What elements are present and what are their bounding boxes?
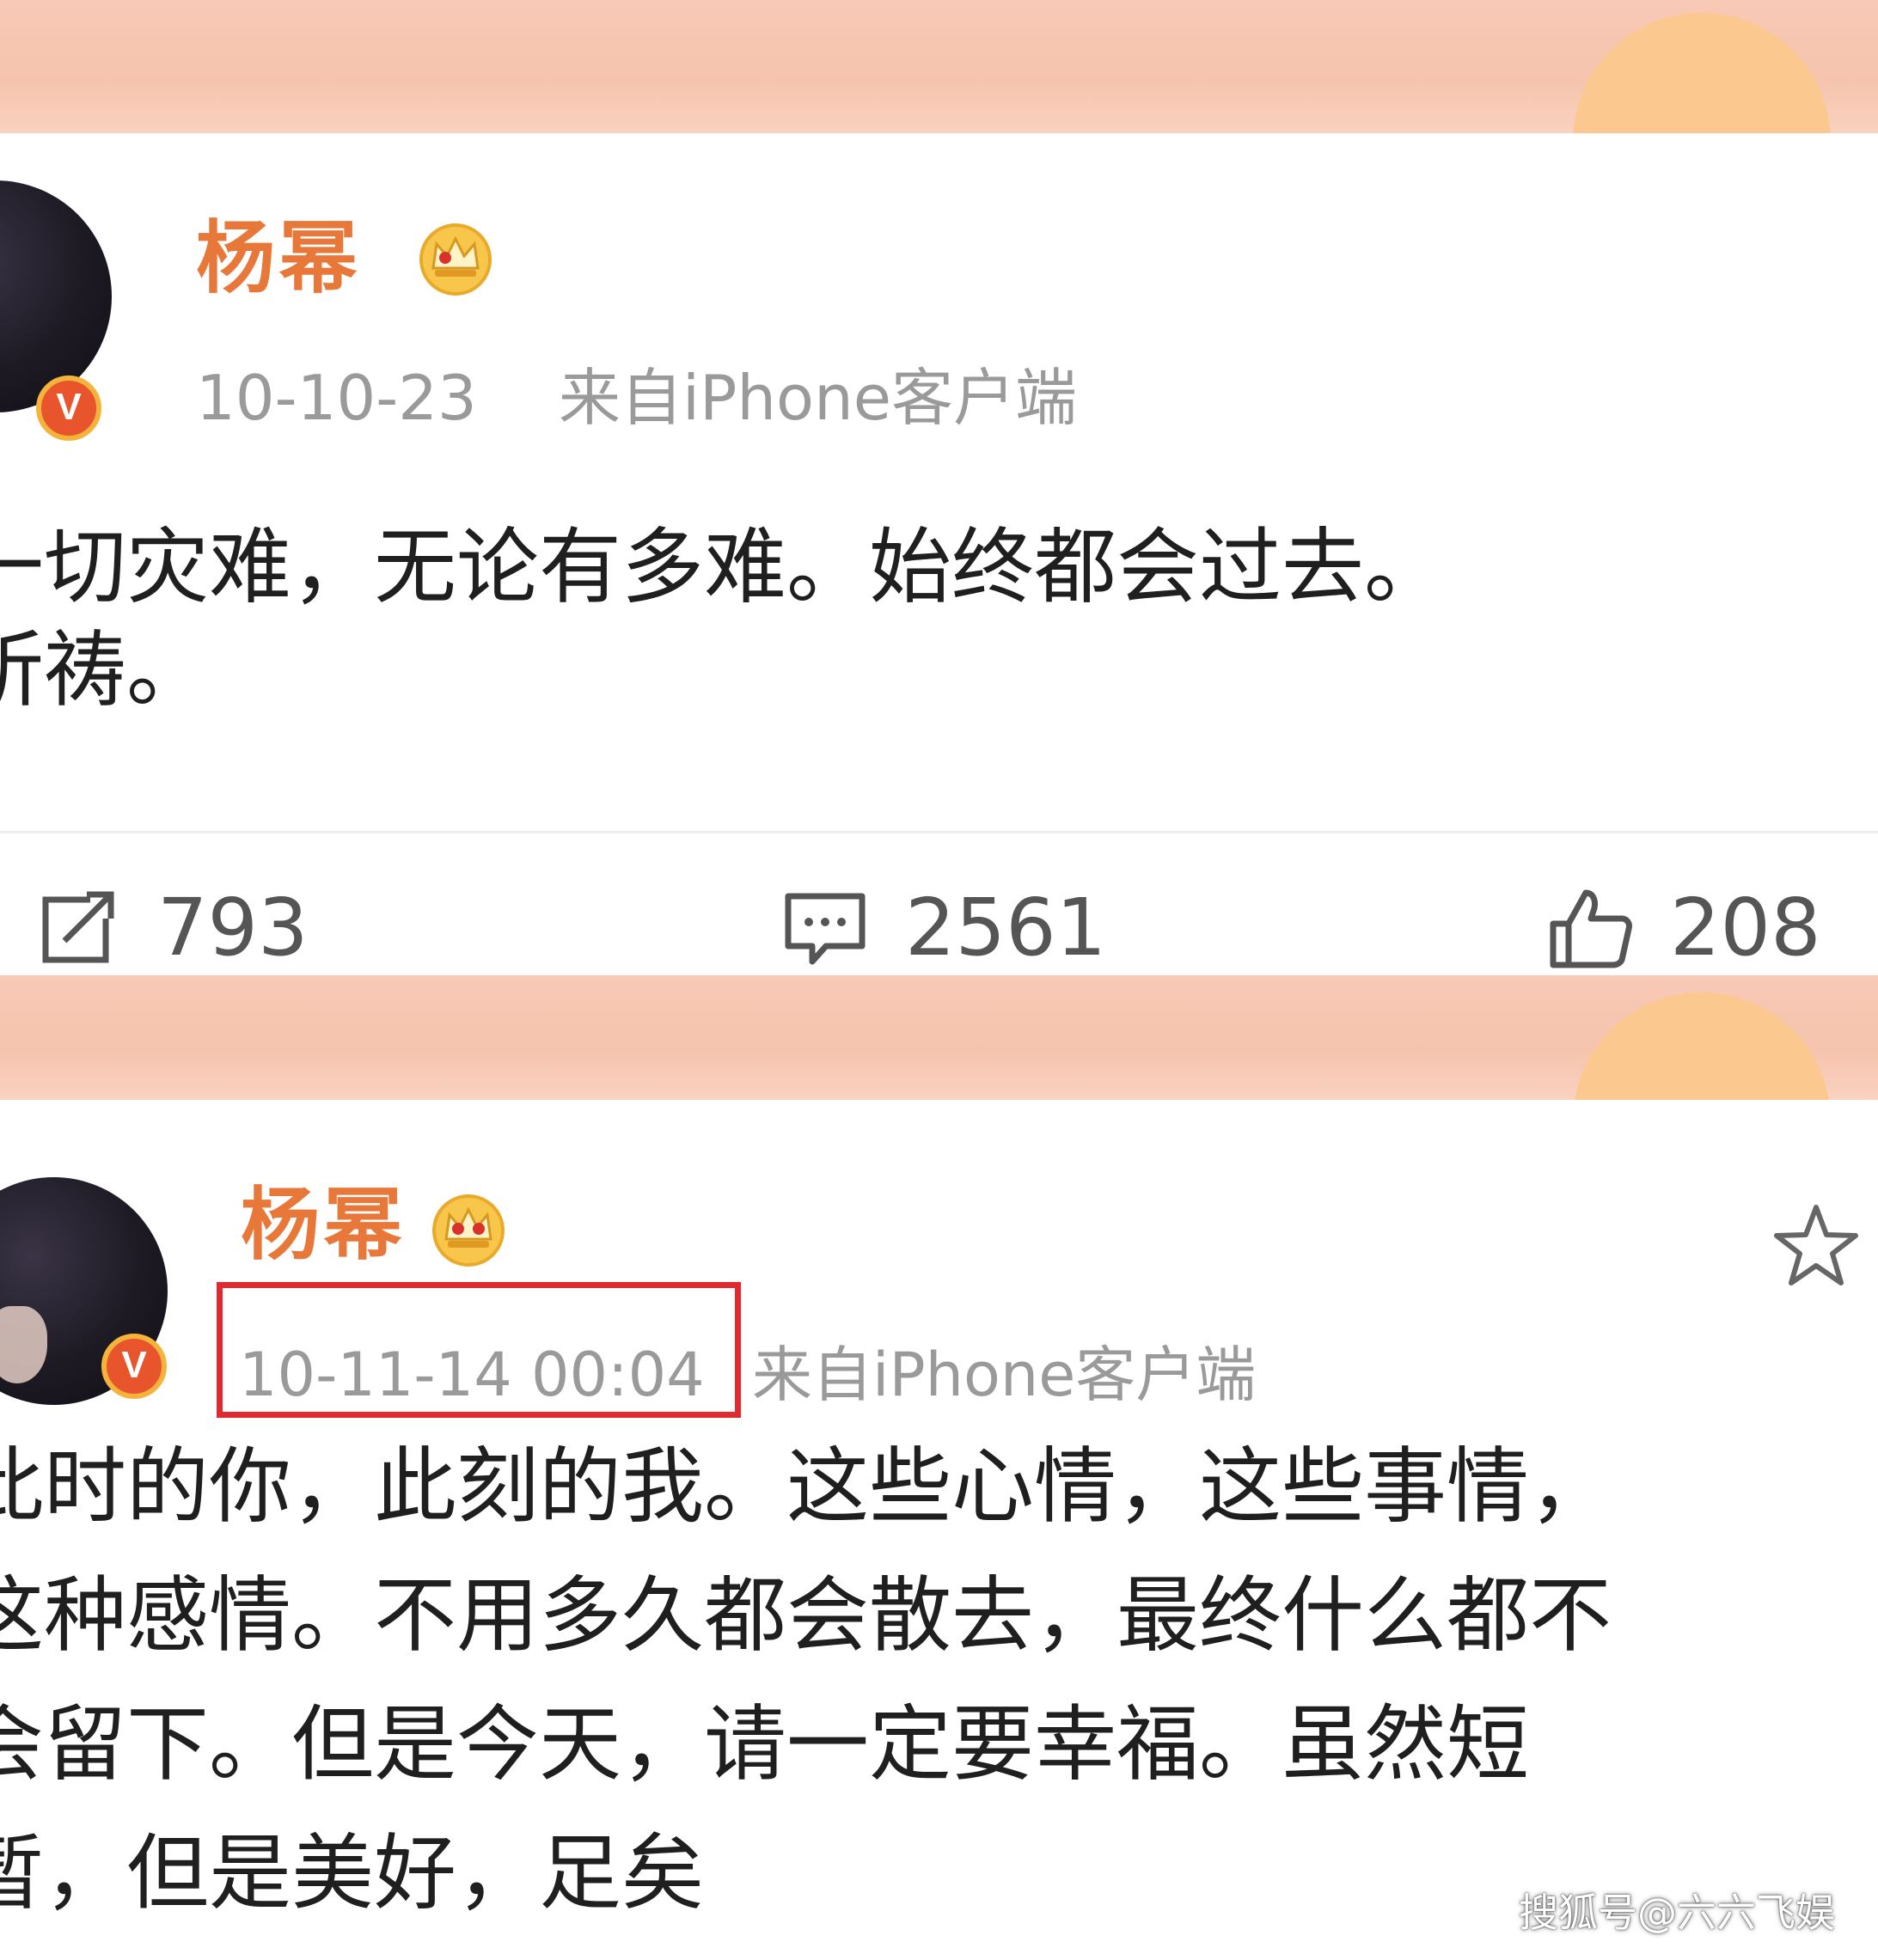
post-source: 来自iPhone客户端 <box>752 1340 1257 1410</box>
crown-icon <box>419 223 492 296</box>
post-text-line: 会留下。但是今天，请一定要幸福。虽然短 <box>0 1696 1529 1792</box>
weibo-post-card-1: V 杨幂 10-10-23 来自iPhone客户端 一切灾难，无论有多难。始终都… <box>0 133 1878 975</box>
banner-decoration <box>1573 992 1831 1100</box>
comment-icon <box>785 893 866 965</box>
divider <box>0 831 1878 833</box>
comment-count: 2561 <box>905 882 1107 974</box>
weibo-post-card-2: V 杨幂 10-11-14 00:04 来自iPhone客户端 此时的你，此刻的… <box>0 1100 1878 1960</box>
post-text-line: 此时的你，此刻的我。这些心情，这些事情， <box>0 1438 1612 1535</box>
like-icon <box>1550 889 1632 968</box>
post-text-line: 这种感情。不用多久都会散去，最终什么都不 <box>0 1567 1612 1664</box>
avatar-face <box>0 1306 47 1383</box>
comment-button[interactable]: 2561 <box>778 881 1106 975</box>
like-button[interactable]: 208 <box>1543 881 1821 975</box>
username[interactable]: 杨幂 <box>196 219 361 298</box>
repost-count: 793 <box>157 882 309 974</box>
post-text-line: 一切灾难，无论有多难。始终都会过去。 <box>0 519 1447 615</box>
verified-icon: V <box>101 1334 167 1399</box>
banner-decoration <box>1573 13 1831 133</box>
post-timestamp: 10-10-23 <box>196 362 477 434</box>
profile-banner-mid <box>0 975 1878 1100</box>
watermark: 搜狐号@六六飞娱 <box>1519 1890 1835 1936</box>
verified-icon: V <box>36 376 101 441</box>
post-source: 来自iPhone客户端 <box>559 362 1078 434</box>
profile-banner-top <box>0 0 1878 133</box>
repost-icon <box>42 891 114 963</box>
star-icon[interactable] <box>1769 1199 1863 1293</box>
post-text-line: 祈祷。 <box>0 622 209 718</box>
post-text-line: 暂，但是美好，足矣 <box>0 1825 704 1921</box>
timestamp-highlight-box <box>217 1282 741 1418</box>
repost-button[interactable]: 793 <box>30 881 309 975</box>
like-count: 208 <box>1670 882 1821 974</box>
crown-icon <box>432 1194 505 1267</box>
username[interactable]: 杨幂 <box>241 1186 406 1265</box>
